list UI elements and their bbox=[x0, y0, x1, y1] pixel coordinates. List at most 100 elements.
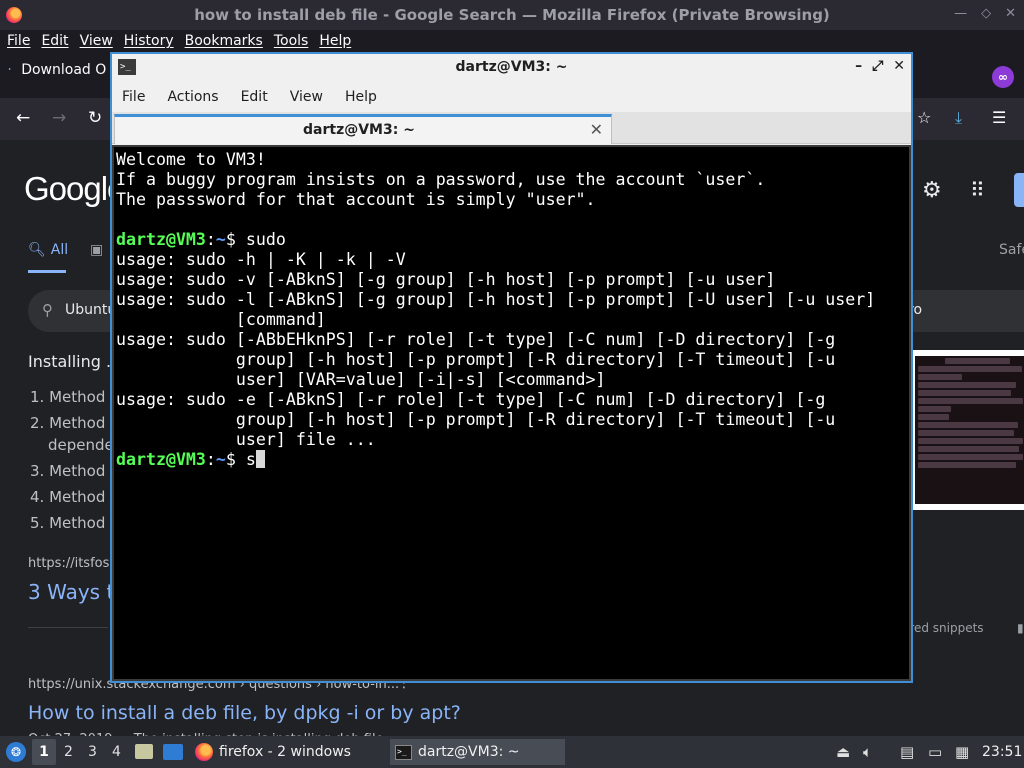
downloads-icon[interactable]: ⤓ bbox=[955, 108, 962, 128]
prompt-colon: : bbox=[205, 450, 216, 469]
prompt-user: dartz@VM3 bbox=[116, 230, 206, 249]
maximize-icon[interactable]: ◇ bbox=[981, 6, 991, 21]
menu-edit[interactable]: Edit bbox=[241, 89, 268, 105]
method-item: depende bbox=[48, 436, 114, 454]
terminal-line: [command] bbox=[116, 310, 326, 329]
prompt-path: ~ bbox=[215, 230, 226, 249]
taskbar: ❂ 1 2 3 4 firefox - 2 windows >_ dartz@V… bbox=[0, 736, 1024, 768]
menu-tools[interactable]: Tools bbox=[274, 33, 309, 49]
tab-images-icon[interactable]: ▣ bbox=[90, 242, 103, 258]
terminal-titlebar[interactable]: >_ dartz@VM3: ~ – ⤢ ✕ bbox=[112, 54, 911, 82]
display-icon[interactable]: ▭ bbox=[928, 743, 942, 761]
reload-icon[interactable]: ↻ bbox=[88, 108, 102, 128]
network-icon[interactable]: ▦ bbox=[955, 743, 969, 761]
eject-icon[interactable]: ⏏ bbox=[836, 743, 850, 761]
window-thumbnail[interactable] bbox=[913, 350, 1024, 510]
firefox-icon bbox=[195, 743, 213, 761]
hamburger-menu-icon[interactable]: ☰ bbox=[992, 108, 1006, 127]
safesearch-label[interactable]: Safe bbox=[999, 242, 1024, 258]
show-desktop-icon[interactable] bbox=[163, 744, 183, 760]
method-item: 1. Method 1 bbox=[30, 388, 120, 406]
tab-all-indicator bbox=[28, 270, 66, 273]
menu-view[interactable]: View bbox=[290, 89, 323, 105]
menu-file[interactable]: File bbox=[7, 33, 30, 49]
terminal-line: usage: sudo [-ABbEHknPS] [-r role] [-t t… bbox=[116, 330, 836, 349]
terminal-menubar: File Actions Edit View Help bbox=[112, 82, 911, 112]
search-icon: ⚲ bbox=[42, 301, 53, 319]
menu-edit[interactable]: Edit bbox=[41, 33, 68, 49]
terminal-line: user] [VAR=value] [-i|-s] [<command>] bbox=[116, 370, 606, 389]
close-icon[interactable]: ✕ bbox=[1005, 6, 1016, 21]
text-cursor bbox=[255, 450, 265, 468]
tab-all-label: All bbox=[50, 242, 69, 258]
workspace-3[interactable]: 3 bbox=[88, 744, 97, 760]
terminal-output[interactable]: Welcome to VM3! If a buggy program insist… bbox=[112, 145, 911, 681]
terminal-line: The passsword for that account is simply… bbox=[116, 190, 596, 209]
workspace-4[interactable]: 4 bbox=[112, 744, 121, 760]
volume-icon[interactable]: 🔈︎ bbox=[863, 743, 872, 761]
menu-bookmarks[interactable]: Bookmarks bbox=[185, 33, 263, 49]
terminal-tab[interactable]: dartz@VM3: ~ ✕ bbox=[114, 114, 612, 144]
apps-grid-icon[interactable]: ⠿ bbox=[970, 178, 985, 202]
taskbar-terminal[interactable]: >_ dartz@VM3: ~ bbox=[390, 739, 565, 765]
taskbar-terminal-label: dartz@VM3: ~ bbox=[418, 744, 520, 760]
minimize-icon[interactable]: – bbox=[855, 58, 862, 74]
method-item: 3. Method 3 bbox=[30, 462, 120, 480]
bookmark-star-icon[interactable]: ☆ bbox=[917, 108, 931, 127]
clipboard-icon[interactable]: ▤ bbox=[900, 743, 914, 761]
start-menu-icon[interactable]: ❂ bbox=[6, 742, 26, 762]
menu-view[interactable]: View bbox=[80, 33, 113, 49]
workspace-2[interactable]: 2 bbox=[64, 744, 73, 760]
tab-all[interactable]: 🔍︎ All bbox=[28, 242, 68, 258]
terminal-line: user] file ... bbox=[116, 430, 376, 449]
menu-help[interactable]: Help bbox=[345, 89, 377, 105]
menu-actions[interactable]: Actions bbox=[167, 89, 218, 105]
file-manager-icon[interactable] bbox=[135, 744, 153, 759]
result-url: https://itsfoss bbox=[28, 556, 117, 571]
result-title-link[interactable]: How to install a deb file, by dpkg -i or… bbox=[28, 702, 461, 724]
terminal-line: usage: sudo -e [-ABknS] [-r role] [-t ty… bbox=[116, 390, 826, 409]
terminal-icon: >_ bbox=[395, 744, 412, 760]
close-icon[interactable]: ✕ bbox=[893, 58, 905, 74]
terminal-line: usage: sudo -h | -K | -k | -V bbox=[116, 250, 406, 269]
prompt-path: ~ bbox=[215, 450, 226, 469]
terminal-tab-label: dartz@VM3: ~ bbox=[303, 122, 415, 138]
prompt-line: dartz@VM3:~$ sudo bbox=[116, 230, 909, 250]
feedback-flag-icon[interactable]: ▮ bbox=[1017, 621, 1024, 635]
menu-help[interactable]: Help bbox=[319, 33, 351, 49]
settings-gear-icon[interactable]: ⚙ bbox=[922, 178, 942, 203]
minimize-icon[interactable]: — bbox=[954, 6, 967, 21]
workspace-1[interactable]: 1 bbox=[32, 739, 56, 765]
sign-in-button[interactable] bbox=[1014, 173, 1024, 207]
clock[interactable]: 23:51 bbox=[982, 744, 1022, 760]
terminal-window[interactable]: >_ dartz@VM3: ~ – ⤢ ✕ File Actions Edit … bbox=[110, 52, 913, 683]
search-icon: 🔍︎ bbox=[28, 242, 46, 258]
back-icon[interactable]: ← bbox=[16, 108, 30, 128]
terminal-line: group] [-h host] [-p prompt] [-R directo… bbox=[116, 350, 836, 369]
firefox-titlebar: how to install deb file - Google Search … bbox=[0, 0, 1024, 30]
method-item: 4. Method 1 bbox=[30, 488, 120, 506]
taskbar-firefox-label: firefox - 2 windows bbox=[219, 744, 351, 760]
forward-icon[interactable]: → bbox=[52, 108, 66, 128]
desktop: how to install deb file - Google Search … bbox=[0, 0, 1024, 768]
menu-history[interactable]: History bbox=[124, 33, 174, 49]
divider bbox=[28, 627, 108, 628]
terminal-tabbar: dartz@VM3: ~ ✕ bbox=[112, 112, 911, 144]
menu-file[interactable]: File bbox=[122, 89, 145, 105]
prompt-command: $ sudo bbox=[225, 230, 286, 249]
taskbar-firefox[interactable]: firefox - 2 windows bbox=[192, 739, 388, 765]
method-item: 2. Method 2 bbox=[30, 414, 120, 432]
firefox-window-title: how to install deb file - Google Search … bbox=[194, 6, 830, 24]
terminal-line: If a buggy program insists on a password… bbox=[116, 170, 766, 189]
maximize-icon[interactable]: ⤢ bbox=[872, 58, 883, 74]
close-tab-icon[interactable]: ✕ bbox=[590, 120, 603, 139]
firefox-tab[interactable]: ᛫ Download O bbox=[6, 62, 106, 78]
tab-favicon-icon: ᛫ bbox=[6, 63, 14, 77]
prompt-command: $ s bbox=[225, 450, 256, 469]
prompt-user: dartz@VM3 bbox=[116, 450, 206, 469]
terminal-line: group] [-h host] [-p prompt] [-R directo… bbox=[116, 410, 836, 429]
firefox-menubar: File Edit View History Bookmarks Tools H… bbox=[0, 30, 1024, 52]
terminal-window-title: dartz@VM3: ~ bbox=[455, 59, 568, 75]
private-browsing-icon: ∞ bbox=[992, 66, 1014, 88]
